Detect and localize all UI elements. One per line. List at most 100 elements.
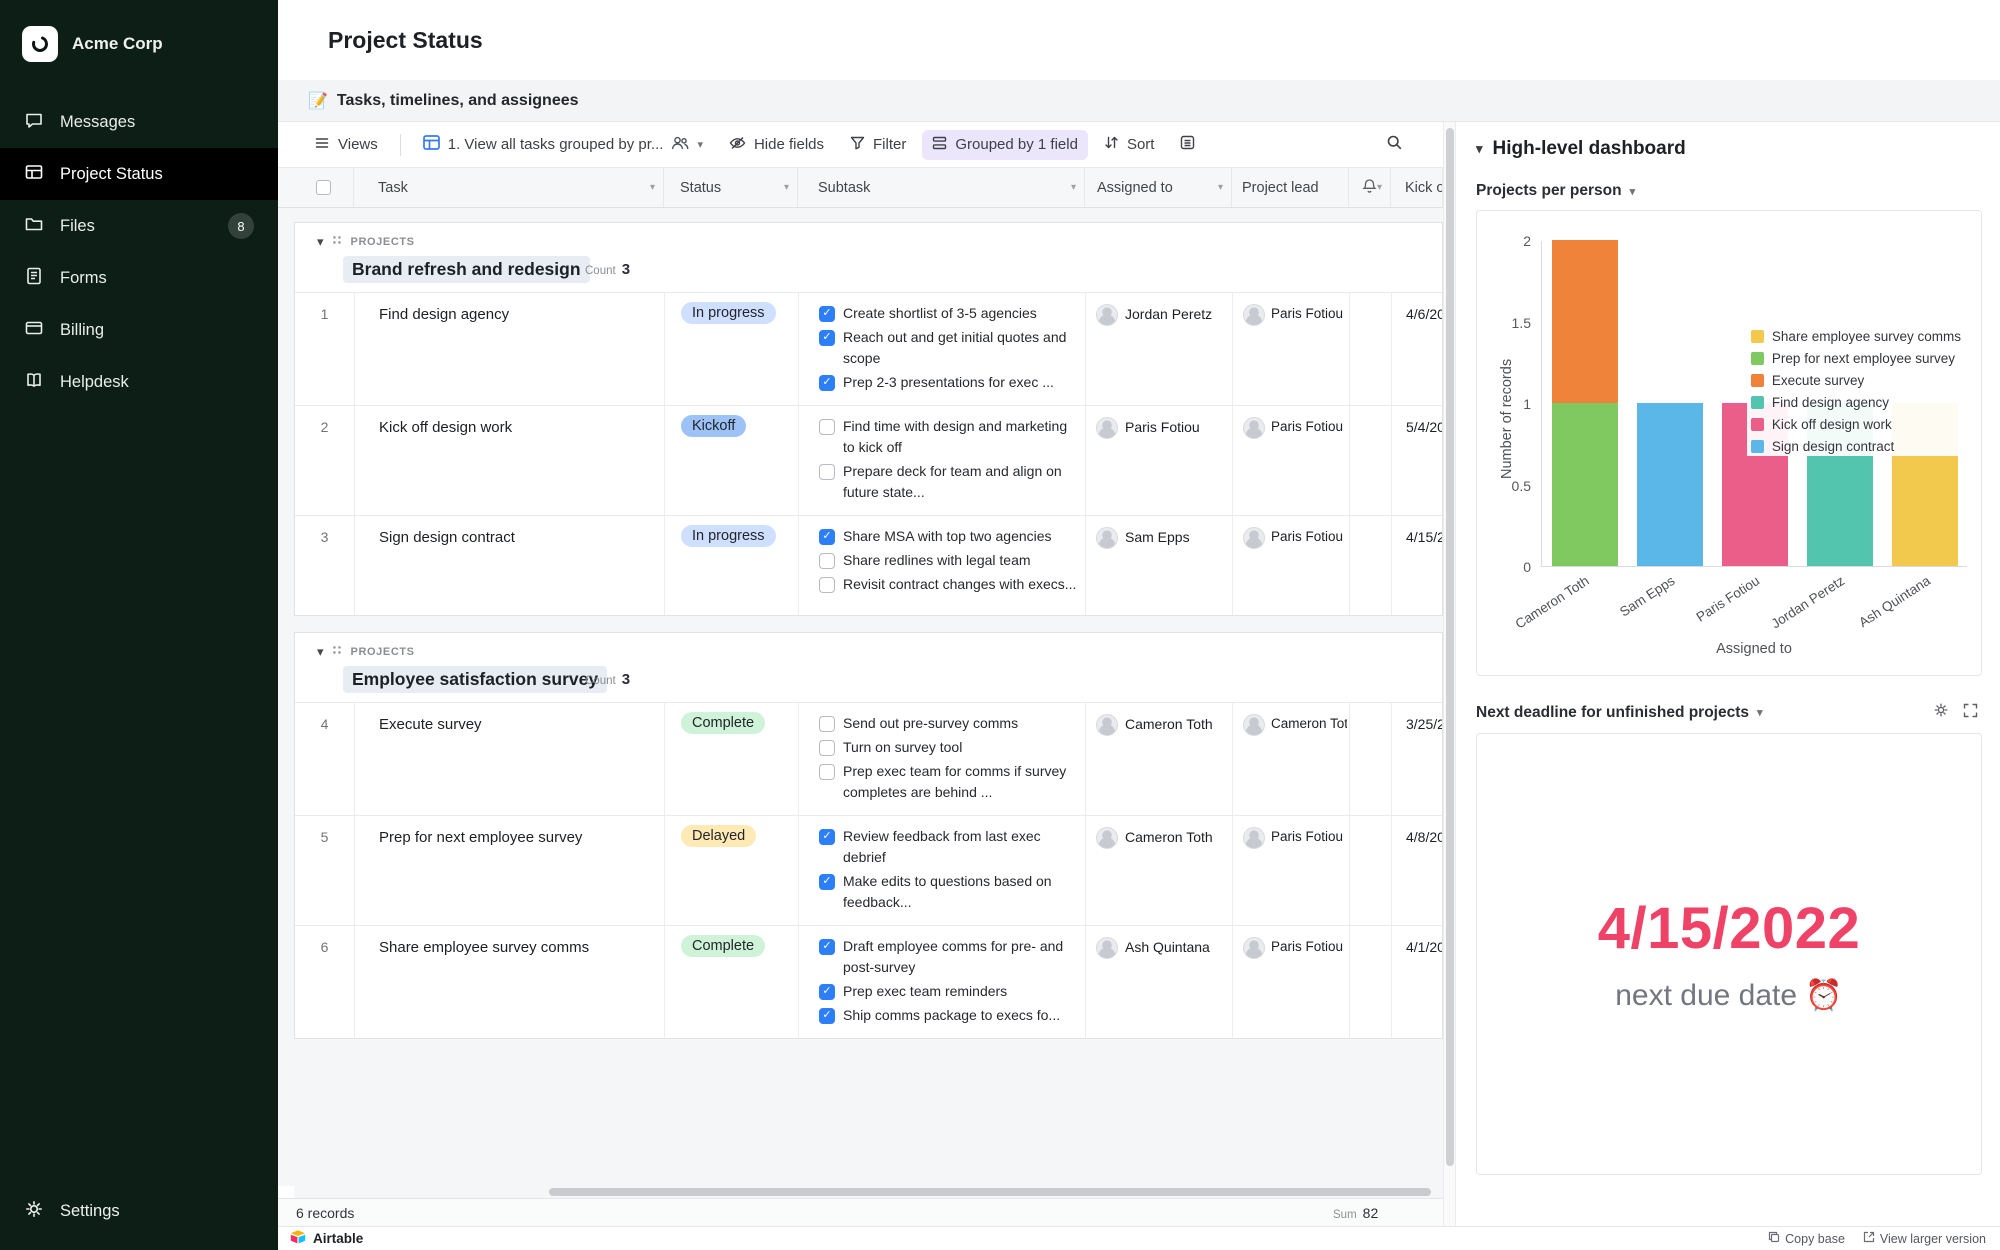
status-cell[interactable]: Complete — [665, 926, 799, 1038]
kickoff-cell[interactable]: 4/6/20 — [1392, 293, 1442, 405]
subtask-cell[interactable]: Send out pre-survey comms Turn on survey … — [799, 703, 1086, 815]
group-title[interactable]: Brand refresh and redesign — [343, 256, 590, 283]
airtable-brand[interactable]: Airtable — [290, 1230, 363, 1247]
column-header-task[interactable]: Task ▾ — [354, 168, 664, 207]
sidebar-item-messages[interactable]: Messages — [0, 96, 278, 148]
fullscreen-icon[interactable] — [1963, 703, 1978, 723]
assigned-cell[interactable]: Paris Fotiou — [1086, 406, 1233, 515]
assigned-cell[interactable]: Ash Quintana — [1086, 926, 1233, 1038]
kickoff-cell[interactable]: 4/1/20 — [1392, 926, 1442, 1038]
subtask-checkbox[interactable]: ✓ — [819, 828, 835, 845]
kickoff-cell[interactable]: 4/15/2 — [1392, 516, 1442, 615]
search-button[interactable] — [1376, 128, 1413, 161]
column-header-subtask[interactable]: Subtask ▾ — [798, 168, 1085, 207]
column-header-status[interactable]: Status ▾ — [664, 168, 798, 207]
assigned-cell[interactable]: Cameron Toth — [1086, 703, 1233, 815]
assigned-cell[interactable]: Sam Epps — [1086, 516, 1233, 615]
horizontal-scrollbar-thumb[interactable] — [549, 1188, 1431, 1196]
view-switcher[interactable]: 1. View all tasks grouped by pr... ▾ — [413, 129, 713, 160]
project-lead-cell[interactable]: Paris Fotiou — [1233, 406, 1350, 515]
sidebar-item-project-status[interactable]: Project Status — [0, 148, 278, 200]
subtask-cell[interactable]: Find time with design and marketing to k… — [799, 406, 1086, 515]
project-lead-cell[interactable]: Paris Fotiou — [1233, 516, 1350, 615]
table-row[interactable]: 5 Prep for next employee survey Delayed ✓ Re… — [295, 815, 1442, 925]
subtask-cell[interactable]: ✓ Review feedback from last exec debrief ✓… — [799, 816, 1086, 925]
task-cell[interactable]: Prep for next employee survey — [355, 816, 665, 925]
status-cell[interactable]: Delayed — [665, 816, 799, 925]
vertical-scrollbar-thumb[interactable] — [1446, 128, 1454, 1166]
subtask-checkbox[interactable] — [819, 552, 835, 569]
table-row[interactable]: 3 Sign design contract In progress ✓ Share M… — [295, 515, 1442, 615]
project-lead-cell[interactable]: Cameron Toth — [1233, 703, 1350, 815]
assigned-cell[interactable]: Jordan Peretz — [1086, 293, 1233, 405]
kickoff-cell[interactable]: 4/8/20 — [1392, 816, 1442, 925]
sidebar-item-helpdesk[interactable]: Helpdesk — [0, 356, 278, 408]
subtask-checkbox[interactable]: ✓ — [819, 983, 835, 1000]
gear-icon[interactable] — [1933, 702, 1949, 723]
table-row[interactable]: 1 Find design agency In progress ✓ Create sh… — [295, 292, 1442, 405]
subtask-checkbox[interactable]: ✓ — [819, 938, 835, 955]
subtask-checkbox[interactable] — [819, 715, 835, 732]
status-cell[interactable]: Kickoff — [665, 406, 799, 515]
subtask-checkbox[interactable]: ✓ — [819, 329, 835, 346]
project-lead-cell[interactable]: Paris Fotiou — [1233, 926, 1350, 1038]
subtask-checkbox[interactable] — [819, 463, 835, 480]
subtask-checkbox[interactable] — [819, 739, 835, 756]
project-lead-cell[interactable]: Paris Fotiou — [1233, 816, 1350, 925]
views-button[interactable]: Views — [304, 129, 388, 161]
bar-segment[interactable] — [1551, 240, 1618, 403]
view-larger-link[interactable]: View larger version — [1863, 1231, 1986, 1246]
subtask-checkbox[interactable] — [819, 763, 835, 780]
sort-button[interactable]: Sort — [1094, 129, 1165, 160]
kickoff-cell[interactable]: 5/4/20 — [1392, 406, 1442, 515]
chevron-down-icon[interactable]: ▾ — [1630, 185, 1636, 198]
tab-tasks-timelines[interactable]: 📝 Tasks, timelines, and assignees — [308, 91, 579, 111]
subtask-cell[interactable]: ✓ Share MSA with top two agencies Share re… — [799, 516, 1086, 615]
status-cell[interactable]: Complete — [665, 703, 799, 815]
project-lead-cell[interactable]: Paris Fotiou — [1233, 293, 1350, 405]
bar-segment[interactable] — [1636, 403, 1703, 566]
subtask-checkbox[interactable] — [819, 418, 835, 435]
subtask-checkbox[interactable]: ✓ — [819, 305, 835, 322]
table-row[interactable]: 2 Kick off design work Kickoff Find time wi… — [295, 405, 1442, 515]
sidebar-item-forms[interactable]: Forms — [0, 252, 278, 304]
subtask-checkbox[interactable] — [819, 576, 835, 593]
bar-segment[interactable] — [1551, 403, 1618, 566]
select-all-checkbox[interactable] — [316, 180, 331, 195]
table-row[interactable]: 4 Execute survey Complete Send out pre-surv… — [295, 702, 1442, 815]
subtask-checkbox[interactable]: ✓ — [819, 873, 835, 890]
group-title[interactable]: Employee satisfaction survey — [343, 666, 608, 693]
collapse-group-icon[interactable]: ▾ — [317, 644, 324, 660]
group-button[interactable]: Grouped by 1 field — [922, 129, 1088, 160]
filter-button[interactable]: Filter — [840, 129, 916, 160]
row-height-button[interactable] — [1170, 129, 1205, 160]
collapse-section-icon[interactable]: ▾ — [1476, 141, 1483, 157]
column-header-notifications[interactable]: ▾ — [1349, 168, 1391, 207]
hide-fields-button[interactable]: Hide fields — [719, 129, 834, 161]
subtask-checkbox[interactable]: ✓ — [819, 528, 835, 545]
subtask-cell[interactable]: ✓ Create shortlist of 3-5 agencies ✓ Reach … — [799, 293, 1086, 405]
task-cell[interactable]: Share employee survey comms — [355, 926, 665, 1038]
sidebar-item-billing[interactable]: Billing — [0, 304, 278, 356]
chevron-down-icon[interactable]: ▾ — [1757, 706, 1763, 719]
expand-icon — [1863, 1231, 1875, 1246]
column-header-assigned-to[interactable]: Assigned to ▾ — [1085, 168, 1232, 207]
task-cell[interactable]: Kick off design work — [355, 406, 665, 515]
task-cell[interactable]: Sign design contract — [355, 516, 665, 615]
column-header-project-lead[interactable]: Project lead — [1232, 168, 1349, 207]
sidebar-item-files[interactable]: Files 8 — [0, 200, 278, 252]
subtask-checkbox[interactable]: ✓ — [819, 1007, 835, 1024]
task-cell[interactable]: Find design agency — [355, 293, 665, 405]
status-cell[interactable]: In progress — [665, 293, 799, 405]
table-row[interactable]: 6 Share employee survey comms Complete ✓ Dra… — [295, 925, 1442, 1038]
status-cell[interactable]: In progress — [665, 516, 799, 615]
column-header-kickoff[interactable]: Kick of — [1391, 168, 1443, 207]
subtask-checkbox[interactable]: ✓ — [819, 374, 835, 391]
copy-base-link[interactable]: Copy base — [1768, 1231, 1845, 1246]
kickoff-cell[interactable]: 3/25/2 — [1392, 703, 1442, 815]
assigned-cell[interactable]: Cameron Toth — [1086, 816, 1233, 925]
sidebar-item-settings[interactable]: Settings — [0, 1173, 278, 1250]
task-cell[interactable]: Execute survey — [355, 703, 665, 815]
collapse-group-icon[interactable]: ▾ — [317, 234, 324, 250]
subtask-cell[interactable]: ✓ Draft employee comms for pre- and post-… — [799, 926, 1086, 1038]
